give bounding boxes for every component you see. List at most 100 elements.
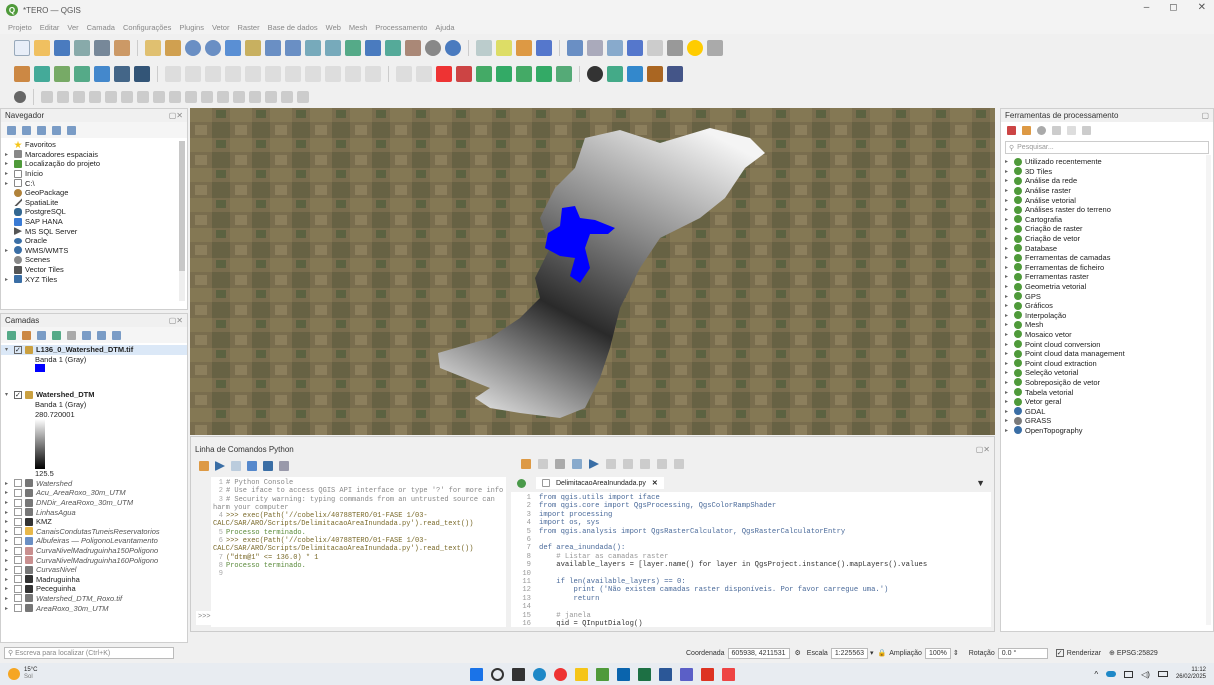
properties-icon[interactable] <box>67 125 76 135</box>
expand-arrow-icon[interactable]: ▸ <box>5 518 11 525</box>
zoom-next-icon[interactable] <box>325 40 341 56</box>
advanced-digitizing-icon[interactable] <box>57 91 69 103</box>
menu-plugins[interactable]: Plugins <box>179 23 204 32</box>
expand-arrow-icon[interactable]: ▸ <box>1005 389 1011 396</box>
paste-icon[interactable] <box>640 459 650 469</box>
expand-arrow-icon[interactable]: ▸ <box>5 566 11 573</box>
navigator-item-sap-hana[interactable]: SAP HANA <box>1 217 187 227</box>
toolbox-item[interactable]: ▸ GDAL <box>1001 406 1213 416</box>
run-command-icon[interactable] <box>215 461 225 471</box>
chrome-icon[interactable] <box>554 667 567 681</box>
layer-row[interactable]: ▸ CurvaNivelMadruguinha150Poligono <box>1 546 187 556</box>
expand-arrow-icon[interactable]: ▸ <box>1005 245 1011 252</box>
deselect-icon[interactable] <box>536 40 552 56</box>
menu-mesh[interactable]: Mesh <box>349 23 367 32</box>
windows-start-icon[interactable] <box>470 667 483 681</box>
expand-arrow-icon[interactable]: ▸ <box>5 151 11 158</box>
close-button[interactable]: ✕ <box>1198 2 1206 13</box>
expand-arrow-icon[interactable]: ▸ <box>5 499 11 506</box>
zoom-selection-icon[interactable] <box>245 40 261 56</box>
save-as-icon[interactable] <box>572 459 582 469</box>
offset-curve-icon[interactable] <box>249 91 261 103</box>
acrobat-icon[interactable] <box>701 667 714 681</box>
expand-arrow-icon[interactable]: ▸ <box>5 170 11 177</box>
zoom-spinner-icon[interactable]: ⇕ <box>953 649 959 657</box>
zoom-full-icon[interactable] <box>225 40 241 56</box>
expand-arrow-icon[interactable]: ▸ <box>1005 350 1011 357</box>
layer-checkbox[interactable] <box>14 604 22 613</box>
menu-editar[interactable]: Editar <box>40 23 60 32</box>
panel-float-icon[interactable]: ▢ <box>1201 111 1209 120</box>
expand-arrow-icon[interactable]: ▸ <box>1005 273 1011 280</box>
measure-icon[interactable] <box>647 40 663 56</box>
add-spatialite-icon[interactable] <box>114 66 130 82</box>
expand-arrow-icon[interactable]: ▸ <box>1005 168 1011 175</box>
toolbox-item[interactable]: ▸ Ferramentas de ficheiro <box>1001 263 1213 273</box>
expand-arrow-icon[interactable]: ▸ <box>5 489 11 496</box>
expand-arrow-icon[interactable]: ▸ <box>1005 417 1011 424</box>
identify-icon[interactable] <box>476 40 492 56</box>
menu-base-de-dados[interactable]: Base de dados <box>268 23 318 32</box>
comment-icon[interactable] <box>674 459 684 469</box>
paste-features-icon[interactable] <box>325 66 341 82</box>
pan-icon[interactable] <box>145 40 161 56</box>
file-explorer-icon[interactable] <box>575 667 588 681</box>
toolbox-item[interactable]: ▸ Point cloud data management <box>1001 349 1213 359</box>
label-rotate-icon[interactable] <box>496 66 512 82</box>
expand-arrow-icon[interactable]: ▸ <box>1005 225 1011 232</box>
panel-float-close-icon[interactable]: ▢✕ <box>976 445 990 454</box>
annotation-icon[interactable] <box>667 40 683 56</box>
copy-icon[interactable] <box>623 459 633 469</box>
add-delimited-text-icon[interactable] <box>94 66 110 82</box>
expand-arrow-icon[interactable]: ▸ <box>1005 197 1011 204</box>
select-features-icon[interactable] <box>496 40 512 56</box>
battery-icon[interactable] <box>1157 671 1168 677</box>
expand-arrow-icon[interactable]: ▸ <box>5 180 11 187</box>
plugin-info-icon[interactable] <box>667 66 683 82</box>
clock-time[interactable]: 11:12 <box>1176 667 1206 674</box>
toolbox-item[interactable]: ▸ Análise vetorial <box>1001 195 1213 205</box>
expand-arrow-icon[interactable]: ▸ <box>1005 216 1011 223</box>
scale-dropdown-icon[interactable]: ▾ <box>870 649 874 657</box>
navigator-item-c-drive[interactable]: ▸ C:\ <box>1 178 187 188</box>
cut-features-icon[interactable] <box>285 66 301 82</box>
toolbox-item[interactable]: ▸ Vetor geral <box>1001 397 1213 407</box>
layer-row[interactable]: ▸ CurvaNivelMadruguinha160Poligono <box>1 555 187 565</box>
expand-arrow-icon[interactable]: ▸ <box>5 247 11 254</box>
rotate-feature-icon[interactable] <box>121 91 133 103</box>
teams-icon[interactable] <box>680 667 693 681</box>
clock-date[interactable]: 26/02/2025 <box>1176 674 1206 681</box>
history-icon[interactable] <box>1037 125 1046 135</box>
expand-arrow-icon[interactable]: ▸ <box>5 528 11 535</box>
toolbox-item[interactable]: ▸ Criação de vetor <box>1001 234 1213 244</box>
label-pin-icon[interactable] <box>416 66 432 82</box>
toolbox-item[interactable]: ▸ Análise da rede <box>1001 176 1213 186</box>
navigator-item-postgresql[interactable]: PostgreSQL <box>1 207 187 217</box>
new-3d-view-icon[interactable] <box>365 40 381 56</box>
cloud-icon[interactable] <box>1106 671 1117 677</box>
locator-input[interactable]: ⚲ Escreva para localizar (Ctrl+K) <box>4 647 174 659</box>
layer-checkbox[interactable] <box>14 546 22 555</box>
reshape-icon[interactable] <box>233 91 245 103</box>
navigator-item-oracle[interactable]: Oracle <box>1 236 187 246</box>
temporal-controller-icon[interactable] <box>425 40 441 56</box>
menu-ajuda[interactable]: Ajuda <box>435 23 454 32</box>
diagram-icon[interactable] <box>556 66 572 82</box>
layer-row[interactable]: ▸ AreaRoxo_30m_UTM <box>1 603 187 613</box>
plugin-raster-icon[interactable] <box>647 66 663 82</box>
expand-arrow-icon[interactable]: ▸ <box>1005 321 1011 328</box>
toolbox-item[interactable]: ▸ Ferramentas de camadas <box>1001 253 1213 263</box>
toolbox-item[interactable]: ▸ Seleção vetorial <box>1001 368 1213 378</box>
delete-feature-icon[interactable] <box>265 66 281 82</box>
filter-icon[interactable] <box>37 125 46 135</box>
bookmark-icon[interactable] <box>385 40 401 56</box>
toolbox-item[interactable]: ▸ Geometria vetorial <box>1001 282 1213 292</box>
toolbox-item[interactable]: ▸ Utilizado recentemente <box>1001 157 1213 167</box>
layer-row[interactable]: ▸ Albufeiras — PoligonoLevantamento <box>1 536 187 546</box>
toolbox-item[interactable]: ▸ Mesh <box>1001 320 1213 330</box>
expand-arrow-icon[interactable]: ▸ <box>1005 369 1011 376</box>
expand-arrow-icon[interactable]: ▸ <box>1005 312 1011 319</box>
zoom-native-icon[interactable] <box>285 40 301 56</box>
label-tool-icon[interactable] <box>396 66 412 82</box>
layer-checkbox[interactable] <box>14 536 22 545</box>
